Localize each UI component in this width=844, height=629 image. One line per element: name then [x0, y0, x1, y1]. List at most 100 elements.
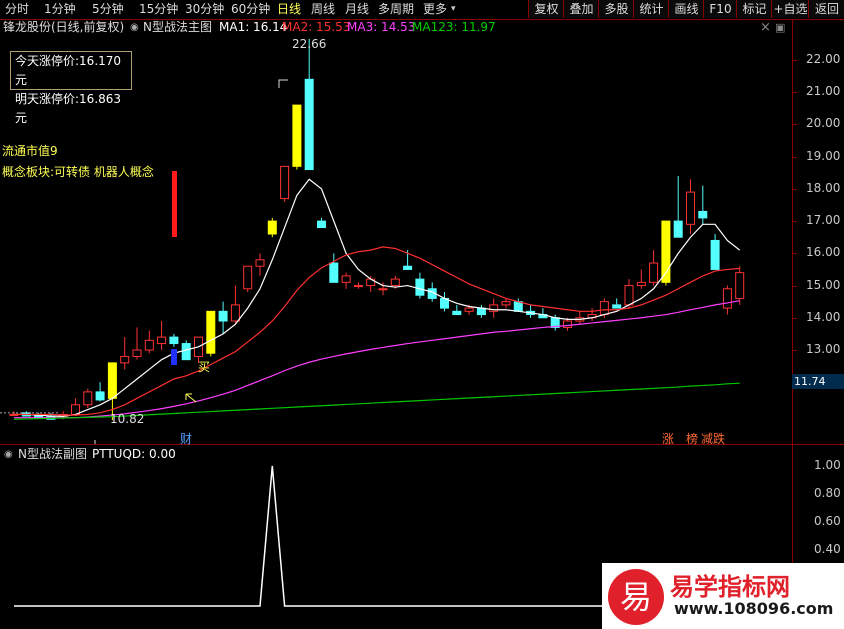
candle-body	[513, 301, 523, 312]
f10-button[interactable]: F10	[703, 0, 737, 18]
low-price-label: 10.82	[110, 412, 145, 426]
float-cap-text: 流通市值9	[2, 144, 58, 158]
candle-body	[230, 304, 240, 322]
indicator-dropdown-icon[interactable]: ◉	[130, 19, 139, 36]
candle-body	[390, 278, 400, 287]
sub-indicator-name[interactable]: N型战法副图	[18, 446, 87, 463]
candle-body	[452, 310, 462, 316]
more-chevron-icon[interactable]: ▾	[451, 1, 456, 18]
price-tick-mark	[792, 92, 797, 94]
candle-body	[599, 301, 609, 316]
candle-body	[132, 349, 142, 357]
candle-body	[735, 272, 745, 299]
finance-marker[interactable]: 财	[180, 430, 192, 447]
candle-body	[649, 262, 659, 283]
buy-signal-label: 买	[198, 360, 211, 374]
tab-30min[interactable]: 30分钟	[185, 1, 224, 18]
candle-body	[95, 391, 105, 401]
sub-indicator-value: PTTUQD: 0.00	[92, 447, 176, 461]
sub-tick-label: 0.80	[814, 486, 841, 500]
candle-body	[169, 336, 179, 345]
candle-body	[107, 362, 117, 399]
tab-monthly[interactable]: 月线	[345, 1, 369, 18]
candle-body	[415, 278, 425, 296]
tab-more[interactable]: 更多	[423, 1, 447, 18]
ma1-value: MA1: 16.14	[219, 20, 288, 34]
stock-title: 锋龙股份(日线,前复权)	[3, 20, 125, 34]
price-tick-mark	[792, 60, 797, 61]
ma3-value: MA3: 14.53	[347, 20, 416, 34]
price-tick-label: 18.00	[806, 180, 841, 195]
draw-line-button[interactable]: 画线	[668, 0, 704, 18]
mark-button[interactable]: 标记	[736, 0, 772, 18]
candle-body	[341, 275, 351, 283]
ma2-value: MA2: 15.53	[282, 20, 351, 34]
period-toolbar: 分时 1分钟 5分钟 15分钟 30分钟 60分钟 日线 周线 月线 多周期 更…	[0, 0, 844, 20]
watermark-logo: 易	[608, 569, 664, 625]
candle-body	[353, 285, 363, 288]
candle-body	[181, 343, 191, 361]
tab-15min[interactable]: 15分钟	[139, 1, 178, 18]
jiandie-marker[interactable]: 减跌	[701, 430, 725, 447]
tab-1min[interactable]: 1分钟	[44, 1, 76, 18]
tab-fenshi[interactable]: 分时	[5, 1, 29, 18]
price-tick-mark	[792, 350, 797, 351]
price-tick-mark	[792, 124, 797, 126]
zhang-marker[interactable]: 涨	[662, 430, 674, 447]
sub-indicator-dropdown-icon[interactable]: ◉	[4, 446, 13, 463]
signal-bar	[172, 171, 177, 237]
tab-60min[interactable]: 60分钟	[231, 1, 270, 18]
fuquan-button[interactable]: 复权	[528, 0, 564, 18]
axis-divider	[792, 19, 793, 629]
price-tick-label: 13.00	[806, 342, 841, 356]
today-limit-text: 今天涨停价:16.170元	[15, 54, 122, 87]
overlay-button[interactable]: 叠加	[563, 0, 599, 18]
multi-stock-button[interactable]: 多股	[598, 0, 634, 18]
watermark-url: www.108096.com	[674, 599, 834, 618]
bang-marker[interactable]: 榜	[686, 430, 698, 447]
buy-arrow-icon	[185, 393, 197, 403]
candle-body	[686, 191, 695, 225]
watermark: 易 易学指标网 www.108096.com	[602, 563, 844, 629]
tab-5min[interactable]: 5分钟	[92, 1, 124, 18]
high-price-label: 22.66	[292, 37, 327, 51]
price-tick-label: 20.00	[806, 116, 841, 131]
candle-body	[464, 307, 474, 312]
candle-body	[673, 220, 683, 238]
price-tick-label: 22.00	[806, 52, 841, 66]
candle-body	[403, 265, 413, 270]
blue-signal-bar	[171, 349, 177, 365]
candle-body	[120, 355, 130, 364]
candle-body	[317, 220, 326, 229]
tab-weekly[interactable]: 周线	[311, 1, 335, 18]
price-tick-label: 14.00	[806, 309, 841, 324]
tab-daily[interactable]: 日线	[277, 1, 301, 18]
candle-body	[378, 288, 388, 291]
sub-tick-label: 1.00	[814, 458, 841, 472]
settings-square-icon[interactable]: ▣	[775, 19, 785, 36]
candle-body	[698, 210, 708, 219]
back-button[interactable]: 返回	[808, 0, 844, 18]
candle-body	[329, 262, 339, 283]
watermark-title: 易学指标网	[670, 573, 790, 601]
add-favorite-button[interactable]: +自选	[771, 0, 809, 18]
close-panel-icon[interactable]: ×	[760, 19, 771, 36]
candle-body	[710, 239, 720, 270]
price-tick-label: 17.00	[806, 213, 841, 228]
high-leader-line	[278, 79, 288, 88]
candle-body	[304, 78, 314, 171]
candle-body	[722, 288, 732, 309]
price-tick-label: 21.00	[806, 84, 841, 99]
limit-price-box: 今天涨停价:16.170元 明天涨停价:16.863元	[10, 51, 132, 125]
statistics-button[interactable]: 统计	[633, 0, 669, 18]
candle-body	[255, 259, 265, 267]
candle-body	[218, 310, 228, 322]
tab-multi-period[interactable]: 多周期	[378, 1, 414, 18]
sub-tick-label: 0.40	[814, 542, 841, 556]
candle-body	[144, 339, 154, 351]
candle-body	[489, 304, 499, 312]
tomorrow-limit-text: 明天涨停价:16.863元	[15, 92, 122, 125]
candle-body	[83, 391, 93, 406]
main-indicator-name[interactable]: N型战法主图	[143, 19, 212, 36]
price-tick-mark	[792, 156, 797, 158]
